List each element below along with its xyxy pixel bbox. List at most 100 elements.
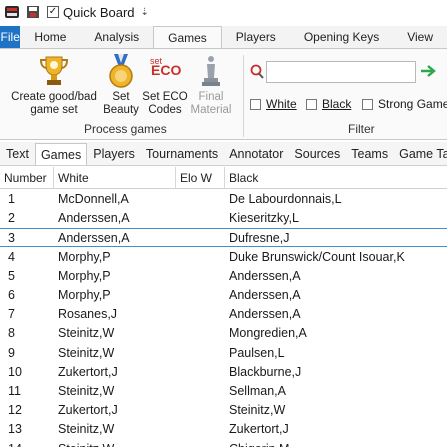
elo-white-cell bbox=[180, 229, 224, 248]
table-row[interactable]: 9 Steinitz,W Paulsen,L bbox=[0, 344, 447, 363]
process-games-group-label: Process games bbox=[84, 122, 167, 136]
set-beauty-label: Set Beauty bbox=[103, 91, 139, 116]
game-list-table: Number White Elo W Black 1 McDonnell,A De … bbox=[0, 167, 447, 447]
chess-pieces-icon bbox=[194, 53, 228, 89]
game-number-cell: 6 bbox=[8, 288, 15, 302]
customize-toolbar-icon[interactable]: ⇣ bbox=[141, 7, 149, 18]
white-player-cell: Zukertort,J bbox=[58, 403, 118, 418]
create-game-set-button[interactable]: Create good/bad game set bbox=[4, 53, 104, 117]
black-player-cell: Chigorin,M bbox=[229, 440, 447, 447]
set-beauty-button[interactable]: Set Beauty bbox=[102, 53, 140, 117]
white-player-cell: Morphy,P bbox=[58, 268, 111, 283]
quick-board-checkbox[interactable]: ✓ bbox=[47, 6, 59, 18]
white-player-cell: Steinitz,W bbox=[58, 440, 176, 447]
elo-white-cell bbox=[180, 209, 224, 228]
elo-white-cell bbox=[180, 401, 224, 420]
column-header-black[interactable]: Black bbox=[225, 167, 447, 189]
game-number-cell: 8 bbox=[8, 326, 15, 341]
set-eco-codes-button[interactable]: set ECO Set ECO Codes bbox=[142, 53, 188, 117]
column-header-elo-white[interactable]: Elo W bbox=[176, 167, 225, 189]
table-row[interactable]: 6 Morphy,P Anderssen,A bbox=[0, 286, 447, 305]
quick-board-label: Quick Board bbox=[63, 4, 135, 20]
tab-view[interactable]: View bbox=[393, 26, 447, 48]
black-player-cell: Sellman,A bbox=[229, 384, 286, 398]
table-row[interactable]: 1 McDonnell,A De Labourdonnais,L bbox=[0, 190, 447, 209]
app-icon[interactable] bbox=[3, 3, 21, 21]
elo-white-cell bbox=[180, 248, 224, 267]
white-player-cell: Anderssen,A bbox=[58, 231, 130, 246]
black-player-cell: Anderssen,A bbox=[229, 288, 301, 302]
table-row[interactable]: 10 Zukertort,J Blackburne,J bbox=[0, 363, 447, 382]
save-icon[interactable] bbox=[24, 3, 42, 21]
game-number-cell: 12 bbox=[8, 403, 22, 418]
ribbon-group-divider bbox=[243, 55, 244, 137]
final-material-button[interactable]: Final Material bbox=[186, 53, 236, 117]
subtab-text[interactable]: Text bbox=[0, 143, 34, 165]
black-player-cell: Blackburne,J bbox=[229, 364, 302, 379]
elo-white-cell bbox=[180, 305, 224, 324]
tab-file[interactable]: File bbox=[0, 26, 21, 48]
table-row[interactable]: 14 Steinitz,W Chigorin,M bbox=[0, 440, 447, 447]
filter-black-checkbox[interactable] bbox=[306, 98, 317, 110]
table-row[interactable]: 7 Rosanes,J Anderssen,A bbox=[0, 305, 447, 324]
game-number-cell: 3 bbox=[8, 231, 15, 246]
subtab-sources[interactable]: Sources bbox=[289, 143, 345, 165]
title-bar: ✓ Quick Board ⇣ bbox=[0, 0, 447, 24]
tab-games[interactable]: Games bbox=[153, 26, 222, 48]
table-row[interactable]: 4 Morphy,P Duke Brunswick/Count Isouar,K bbox=[0, 248, 447, 267]
go-arrow-icon[interactable] bbox=[420, 64, 438, 81]
eco-badge-text: ECO bbox=[151, 62, 182, 78]
medal-icon bbox=[104, 53, 138, 89]
white-player-cell: Steinitz,W bbox=[58, 326, 115, 341]
black-player-cell: Mongredien,A bbox=[229, 326, 307, 341]
subtab-annotator[interactable]: Annotator bbox=[224, 143, 288, 165]
eco-icon: set ECO bbox=[148, 53, 182, 89]
tab-players[interactable]: Players bbox=[222, 26, 290, 48]
subtab-tournaments[interactable]: Tournaments bbox=[141, 143, 223, 165]
game-number-cell: 13 bbox=[8, 422, 22, 437]
column-header-number[interactable]: Number bbox=[0, 167, 54, 189]
filter-white-label: White bbox=[266, 97, 297, 111]
filter-black-option[interactable]: Black bbox=[306, 97, 351, 111]
game-number-cell: 9 bbox=[8, 345, 15, 360]
game-number-cell: 7 bbox=[8, 307, 15, 322]
filter-strong-games-label: Strong Games bbox=[378, 97, 447, 111]
table-row[interactable]: 5 Morphy,P Anderssen,A bbox=[0, 267, 447, 286]
game-number-cell: 5 bbox=[8, 268, 15, 283]
black-player-cell: Steinitz,W bbox=[229, 403, 286, 418]
black-player-cell: Anderssen,A bbox=[229, 307, 301, 322]
elo-white-cell bbox=[180, 190, 224, 209]
elo-white-cell bbox=[180, 267, 224, 286]
tab-home[interactable]: Home bbox=[20, 26, 80, 48]
table-row[interactable]: 13 Steinitz,W Zukertort,J bbox=[0, 420, 447, 439]
black-player-cell: Anderssen,A bbox=[229, 268, 301, 283]
subtab-teams[interactable]: Teams bbox=[346, 143, 393, 165]
black-player-cell: Duke Brunswick/Count Isouar,K bbox=[229, 249, 405, 264]
table-row[interactable]: 3 Anderssen,A Dufresne,J bbox=[0, 228, 447, 248]
filter-white-option[interactable]: White bbox=[250, 97, 297, 111]
table-row[interactable]: 12 Zukertort,J Steinitz,W bbox=[0, 401, 447, 420]
subtab-players[interactable]: Players bbox=[88, 143, 140, 165]
table-row[interactable]: 11 Steinitz,W Sellman,A bbox=[0, 382, 447, 401]
white-player-cell: Steinitz,W bbox=[58, 422, 115, 437]
search-icon bbox=[250, 64, 264, 83]
table-header: Number White Elo W Black bbox=[0, 167, 447, 189]
table-row[interactable]: 2 Anderssen,A Kieseritzky,L bbox=[0, 209, 447, 228]
subtab-games[interactable]: Games bbox=[34, 143, 88, 165]
black-player-cell: Kieseritzky,L bbox=[229, 211, 299, 226]
black-player-cell: Paulsen,L bbox=[229, 345, 285, 360]
white-player-cell: Zukertort,J bbox=[58, 364, 118, 379]
filter-strong-games-option[interactable]: Strong Games bbox=[362, 97, 447, 111]
subtab-game-tags[interactable]: Game Tags bbox=[394, 143, 447, 165]
filter-search-input[interactable] bbox=[266, 61, 416, 83]
game-number-cell: 4 bbox=[8, 249, 15, 264]
final-material-label: Final Material bbox=[190, 91, 232, 116]
filter-white-checkbox[interactable] bbox=[250, 98, 261, 110]
filter-strong-games-checkbox[interactable] bbox=[362, 98, 373, 110]
tab-opening-keys[interactable]: Opening Keys bbox=[290, 26, 393, 48]
white-player-cell: Morphy,P bbox=[58, 288, 111, 302]
column-header-white[interactable]: White bbox=[54, 167, 176, 189]
elo-white-cell bbox=[180, 440, 224, 447]
table-row[interactable]: 8 Steinitz,W Mongredien,A bbox=[0, 324, 447, 343]
tab-analysis[interactable]: Analysis bbox=[80, 26, 153, 48]
